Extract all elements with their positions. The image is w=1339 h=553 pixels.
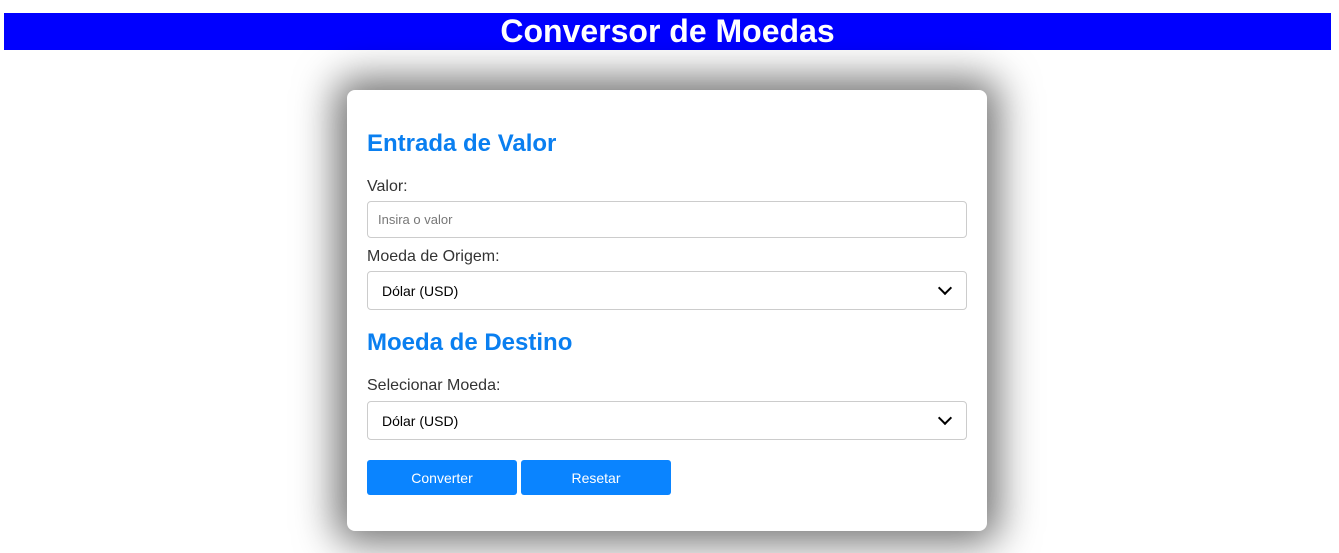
- origin-currency-value: Dólar (USD): [382, 282, 459, 299]
- converter-card: Entrada de Valor Valor: Moeda de Origem:…: [347, 90, 987, 531]
- header-bar: Conversor de Moedas: [4, 13, 1331, 50]
- value-label: Valor:: [367, 178, 408, 195]
- destination-currency-label: Selecionar Moeda:: [367, 377, 501, 394]
- value-input[interactable]: [367, 201, 967, 238]
- chevron-down-icon: [937, 410, 953, 426]
- destination-section-title: Moeda de Destino: [367, 329, 573, 356]
- origin-currency-label: Moeda de Origem:: [367, 248, 500, 265]
- reset-button[interactable]: Resetar: [521, 460, 671, 495]
- input-section-title: Entrada de Valor: [367, 130, 557, 157]
- chevron-down-icon: [937, 280, 953, 296]
- page: Conversor de Moedas Entrada de Valor Val…: [0, 0, 1339, 553]
- destination-currency-value: Dólar (USD): [382, 412, 459, 429]
- destination-currency-select[interactable]: Dólar (USD): [367, 401, 967, 440]
- origin-currency-select[interactable]: Dólar (USD): [367, 271, 967, 310]
- convert-button[interactable]: Converter: [367, 460, 517, 495]
- page-title: Conversor de Moedas: [500, 13, 835, 49]
